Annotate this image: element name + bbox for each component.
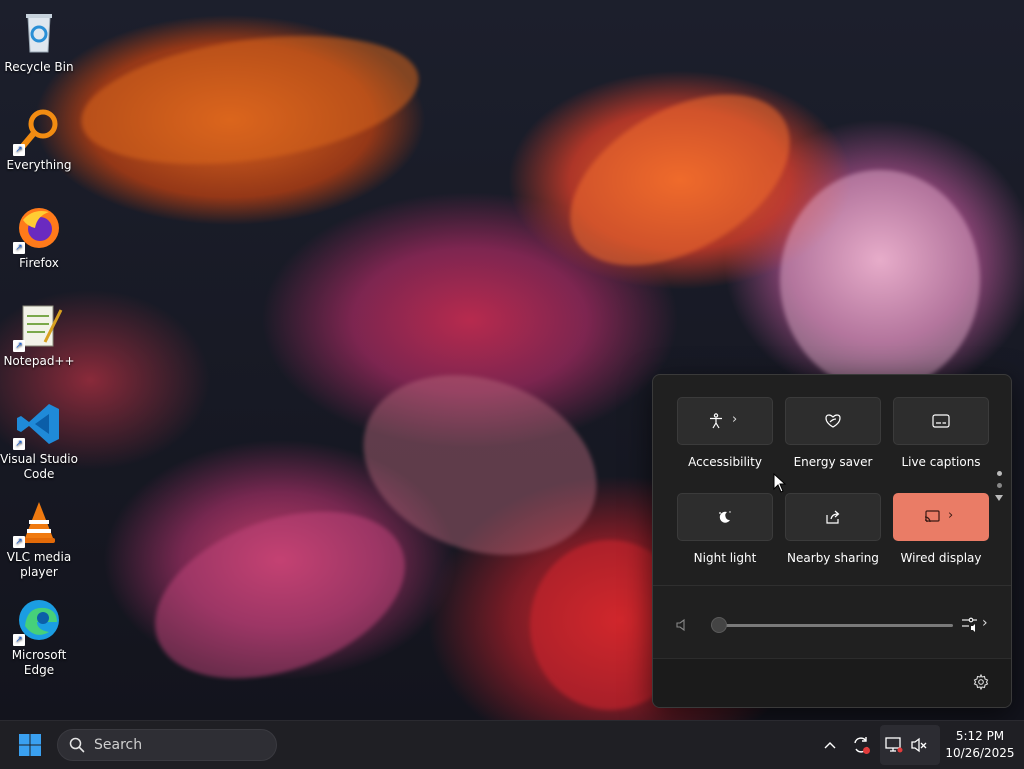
taskbar-clock[interactable]: 5:12 PM 10/26/2025	[940, 728, 1020, 762]
nearby-sharing-tile[interactable]	[785, 493, 881, 541]
shortcut-arrow-icon: ↗	[13, 242, 25, 254]
shortcut-arrow-icon: ↗	[13, 536, 25, 548]
edge-icon: ↗	[13, 596, 63, 646]
chevron-right-icon: ›	[982, 615, 988, 631]
energy-saver-tile[interactable]	[785, 397, 881, 445]
desktop-icon-label: Notepad++	[3, 354, 75, 368]
desktop-icon-everything[interactable]: ↗ Everything	[0, 106, 78, 173]
page-dot	[996, 471, 1002, 476]
panel-divider	[653, 585, 1011, 586]
desktop-icon-vlc[interactable]: ↗ VLC media player	[0, 498, 78, 580]
search-icon	[69, 737, 85, 753]
quick-settings-panel: › Accessibility Energy saver Live captio…	[652, 374, 1012, 708]
chevron-right-icon: ›	[732, 412, 738, 427]
show-hidden-icons-button[interactable]	[818, 721, 842, 769]
desktop-icon-label: Everything	[6, 158, 72, 172]
live-captions-label: Live captions	[901, 455, 981, 469]
shortcut-arrow-icon: ↗	[13, 438, 25, 450]
desktop-icon-firefox[interactable]: ↗ Firefox	[0, 204, 78, 271]
vlc-icon: ↗	[13, 498, 63, 548]
clock-date: 10/26/2025	[945, 746, 1015, 760]
shortcut-arrow-icon: ↗	[13, 634, 25, 646]
chevron-right-icon: ›	[948, 508, 954, 523]
page-indicator[interactable]	[995, 471, 1003, 511]
night-light-label: Night light	[693, 551, 757, 565]
nearby-sharing-label: Nearby sharing	[787, 551, 879, 565]
mouse-cursor-icon	[773, 473, 787, 493]
wired-display-label: Wired display	[900, 551, 982, 565]
everything-search-icon: ↗	[13, 106, 63, 156]
audio-output-button[interactable]: ›	[961, 615, 995, 635]
shortcut-arrow-icon: ↗	[13, 340, 25, 352]
night-light-tile[interactable]	[677, 493, 773, 541]
taskbar-search-box[interactable]: Search	[57, 729, 277, 761]
wallpaper-ribbon	[73, 16, 427, 184]
audio-mixer-icon	[962, 617, 977, 632]
windows-start-icon	[19, 734, 41, 756]
volume-track	[711, 624, 953, 627]
desktop-icon-vscode[interactable]: ↗ Visual Studio Code	[0, 400, 78, 482]
notepad-plus-plus-icon: ↗	[13, 302, 63, 352]
wired-display-tile[interactable]: ›	[893, 493, 989, 541]
desktop-icon-label: Microsoft Edge	[11, 648, 67, 677]
network-button[interactable]	[880, 725, 940, 765]
desktop-icon-label: Recycle Bin	[4, 60, 74, 74]
start-button[interactable]	[16, 731, 44, 759]
page-dot	[996, 483, 1002, 488]
accessibility-icon	[709, 413, 722, 429]
wired-display-icon	[924, 510, 940, 523]
wallpaper-ribbon	[132, 480, 428, 710]
desktop-icon-recycle-bin[interactable]: Recycle Bin	[0, 8, 78, 75]
search-placeholder: Search	[94, 737, 143, 753]
recycle-bin-icon	[15, 8, 63, 56]
quick-settings-footer	[653, 658, 1011, 707]
wallpaper-ribbon	[541, 59, 819, 301]
accessibility-tile[interactable]: ›	[677, 397, 773, 445]
sync-status-button[interactable]	[848, 721, 874, 769]
sync-alert-icon	[854, 737, 870, 754]
network-icon	[885, 737, 903, 753]
speaker-icon[interactable]	[675, 618, 689, 632]
shortcut-arrow-icon: ↗	[13, 144, 25, 156]
accessibility-label: Accessibility	[688, 455, 762, 469]
live-captions-tile[interactable]	[893, 397, 989, 445]
energy-saver-label: Energy saver	[793, 455, 873, 469]
volume-muted-icon	[911, 737, 927, 753]
clock-time: 5:12 PM	[955, 729, 1005, 743]
volume-thumb[interactable]	[711, 617, 727, 633]
taskbar: Search 5:12 PM 10/26/2025	[0, 720, 1024, 769]
wallpaper-ribbon	[780, 170, 980, 390]
desktop-icon-edge[interactable]: ↗ Microsoft Edge	[0, 596, 78, 678]
desktop-icon-label: Visual Studio Code	[0, 452, 78, 481]
energy-saver-icon	[825, 414, 841, 428]
desktop-icon-label: VLC media player	[6, 550, 72, 579]
desktop-icon-notepad-plus-plus[interactable]: ↗ Notepad++	[0, 302, 78, 369]
page-down-icon	[995, 495, 1003, 501]
live-captions-icon	[932, 414, 950, 428]
gear-icon[interactable]	[973, 674, 989, 690]
chevron-up-icon	[824, 742, 836, 749]
firefox-icon: ↗	[13, 204, 63, 254]
nearby-sharing-icon	[826, 510, 840, 524]
desktop-icon-label: Firefox	[19, 256, 59, 270]
night-light-icon	[719, 511, 731, 523]
volume-slider[interactable]	[711, 617, 953, 633]
vscode-icon: ↗	[13, 400, 63, 450]
